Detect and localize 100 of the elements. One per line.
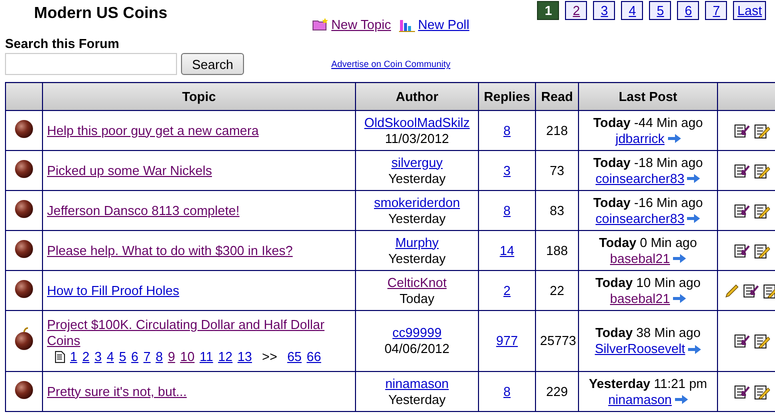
page-link[interactable]: 3 — [94, 349, 102, 365]
page-link[interactable]: 9 — [168, 349, 176, 365]
page-link[interactable]: 6 — [677, 1, 700, 20]
document-pencil-icon[interactable] — [754, 122, 770, 138]
bar-chart-icon[interactable] — [399, 18, 416, 32]
page-link[interactable]: Last — [733, 1, 766, 20]
page-link[interactable]: 65 — [287, 349, 302, 365]
author-link[interactable]: Murphy — [395, 234, 439, 250]
last-post-time: Today -44 Min ago — [592, 114, 704, 130]
page-link[interactable]: 4 — [621, 1, 644, 20]
page-link[interactable]: 3 — [593, 1, 616, 20]
document-arrow-icon[interactable] — [734, 122, 750, 138]
forum-title: Modern US Coins — [34, 5, 168, 24]
page-link[interactable]: 5 — [649, 1, 672, 20]
document-pencil-icon[interactable] — [754, 162, 770, 178]
right-arrow-icon[interactable] — [674, 395, 688, 404]
document-pencil-icon[interactable] — [754, 384, 770, 400]
advertise-link[interactable]: Advertise on Coin Community — [331, 59, 450, 69]
author-link[interactable]: CelticKnot — [387, 274, 447, 290]
right-arrow-icon[interactable] — [673, 254, 686, 263]
replies-link[interactable]: 8 — [503, 122, 511, 138]
right-arrow-icon[interactable] — [668, 134, 681, 143]
page-link[interactable]: 1 — [537, 1, 560, 20]
document-arrow-icon[interactable] — [734, 333, 750, 349]
page-link[interactable]: 2 — [82, 349, 90, 365]
page-link[interactable]: 1 — [70, 349, 78, 365]
replies-link[interactable]: 8 — [503, 384, 511, 398]
right-arrow-icon[interactable] — [687, 174, 700, 183]
last-post-user-link[interactable]: coinsearcher83 — [596, 210, 684, 226]
page-link[interactable]: 10 — [180, 349, 195, 365]
author-link[interactable]: OldSkoolMadSkilz — [364, 114, 470, 130]
column-header: Author — [356, 82, 478, 110]
last-post-user-link[interactable]: basebal21 — [610, 290, 670, 306]
post-date: 11/03/2012 — [384, 130, 450, 146]
author-link[interactable]: ninamason — [385, 376, 449, 390]
document-arrow-icon[interactable] — [734, 242, 750, 258]
column-header: Replies — [478, 82, 536, 110]
document-pencil-icon[interactable] — [754, 242, 770, 258]
page-link[interactable]: 11 — [200, 349, 214, 365]
author-link[interactable]: silverguy — [391, 154, 443, 170]
page-icon[interactable] — [55, 351, 65, 363]
replies-link[interactable]: 3 — [503, 162, 511, 178]
topic-link[interactable]: Project $100K. Circulating Dollar and Half Dollar Coins — [47, 317, 351, 349]
read-count: 218 — [536, 110, 578, 150]
document-arrow-icon[interactable] — [734, 384, 750, 400]
column-header: Read — [536, 82, 578, 110]
read-count: 25773 — [536, 310, 578, 372]
right-arrow-icon[interactable] — [673, 294, 686, 303]
last-post-time: Today -18 Min ago — [592, 154, 704, 170]
column-header: Last Post — [578, 82, 718, 110]
post-date: 04/06/2012 — [383, 341, 451, 357]
last-post-user-link[interactable]: basebal21 — [610, 250, 670, 266]
page-link[interactable]: 66 — [306, 349, 322, 365]
author-link[interactable]: cc99999 — [392, 325, 442, 340]
pencil-icon[interactable] — [724, 284, 738, 298]
replies-link[interactable]: 14 — [500, 242, 514, 258]
replies-link[interactable]: 977 — [496, 333, 518, 348]
bomb-icon — [14, 327, 34, 351]
read-count: 188 — [536, 230, 578, 270]
column-header — [718, 82, 775, 110]
page-link[interactable]: 7 — [705, 1, 728, 20]
author-link[interactable]: smokeriderdon — [374, 194, 460, 210]
page-link[interactable]: 6 — [131, 349, 138, 365]
read-count: 73 — [536, 150, 578, 190]
document-pencil-icon[interactable] — [762, 282, 775, 298]
ball-icon — [14, 158, 34, 178]
page-link[interactable]: 7 — [143, 349, 151, 365]
replies-link[interactable]: 8 — [503, 202, 511, 218]
document-arrow-icon[interactable] — [734, 202, 750, 218]
page-link[interactable]: 2 — [565, 1, 588, 20]
right-arrow-icon[interactable] — [687, 214, 700, 223]
last-post-user-link[interactable]: coinsearcher83 — [596, 170, 684, 186]
page-gap: >> — [262, 349, 278, 365]
page-link[interactable]: 4 — [106, 349, 114, 365]
ball-icon — [14, 238, 34, 258]
page-link[interactable]: 12 — [218, 349, 233, 365]
replies-link[interactable]: 2 — [503, 282, 511, 298]
page-link[interactable]: 8 — [156, 349, 163, 365]
new-poll-link[interactable]: New Poll — [399, 17, 470, 32]
page-link[interactable]: 13 — [238, 349, 252, 365]
last-post-user-link[interactable]: SilverRoosevelt — [594, 341, 686, 357]
search-label: Search this Forum — [5, 36, 120, 51]
ball-icon — [14, 380, 34, 400]
last-post-time: Today -16 Min ago — [592, 194, 704, 210]
last-post-user-link[interactable]: ninamason — [608, 392, 672, 408]
document-pencil-icon[interactable] — [754, 333, 770, 349]
post-date: Yesterday — [387, 210, 447, 226]
search-field[interactable] — [5, 53, 177, 75]
search-button[interactable]: Search — [181, 53, 244, 75]
new-topic-link[interactable]: New Topic — [312, 17, 392, 32]
last-post-user-link[interactable]: jdbarrick — [615, 130, 665, 146]
folder-icon[interactable] — [312, 18, 328, 31]
right-arrow-icon[interactable] — [688, 344, 702, 354]
post-date: Yesterday — [387, 392, 447, 408]
document-arrow-icon[interactable] — [742, 282, 758, 298]
document-pencil-icon[interactable] — [754, 202, 770, 218]
document-arrow-icon[interactable] — [734, 162, 750, 178]
last-post-time: Today 38 Min ago — [594, 325, 702, 341]
last-post-time: Today 10 Min ago — [594, 274, 702, 290]
page-link[interactable]: 5 — [118, 349, 126, 365]
